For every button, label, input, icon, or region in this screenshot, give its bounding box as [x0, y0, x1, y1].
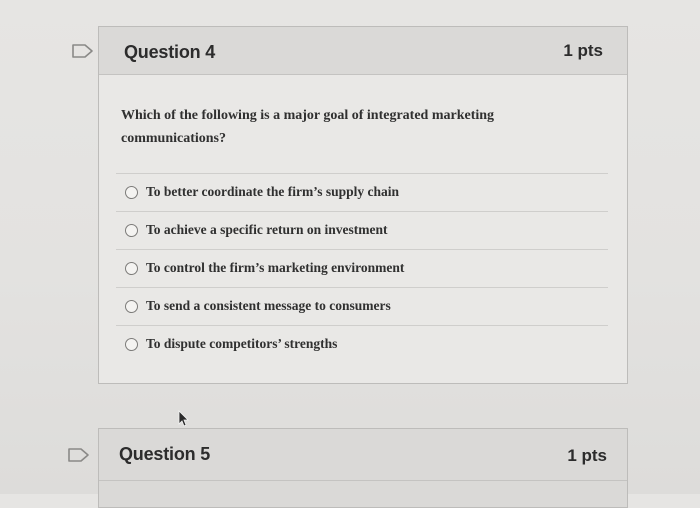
question-card: Question 5 1 pts — [98, 428, 628, 508]
answer-option[interactable]: To achieve a specific return on investme… — [116, 211, 608, 249]
question-points: 1 pts — [567, 446, 607, 465]
radio-button[interactable] — [125, 262, 138, 275]
flag-question-icon[interactable] — [68, 448, 92, 464]
answer-option[interactable]: To control the firm’s marketing environm… — [116, 249, 608, 287]
question-header: Question 4 1 pts — [99, 27, 627, 75]
answer-option[interactable]: To better coordinate the firm’s supply c… — [116, 173, 608, 211]
answer-label[interactable]: To control the firm’s marketing environm… — [146, 260, 404, 276]
question-points: 1 pts — [563, 41, 603, 60]
answer-option[interactable]: To dispute competitors’ strengths — [116, 325, 608, 363]
question-card: Question 4 1 pts Which of the following … — [98, 26, 628, 384]
question-header: Question 5 1 pts — [99, 429, 627, 481]
cursor-icon — [176, 410, 190, 428]
radio-button[interactable] — [125, 338, 138, 351]
radio-button[interactable] — [125, 186, 138, 199]
question-text: Which of the following is a major goal o… — [121, 108, 495, 146]
flag-question-icon[interactable] — [72, 44, 96, 60]
question-title: Question 4 — [124, 42, 216, 62]
answer-list: To better coordinate the firm’s supply c… — [116, 173, 608, 363]
radio-button[interactable] — [125, 224, 138, 237]
answer-label[interactable]: To achieve a specific return on investme… — [146, 222, 387, 238]
answer-label[interactable]: To better coordinate the firm’s supply c… — [146, 184, 399, 200]
radio-button[interactable] — [125, 300, 138, 313]
question-title: Question 5 — [119, 444, 211, 464]
answer-label[interactable]: To dispute competitors’ strengths — [146, 336, 337, 352]
answer-label[interactable]: To send a consistent message to consumer… — [146, 298, 391, 314]
answer-option[interactable]: To send a consistent message to consumer… — [116, 287, 608, 325]
